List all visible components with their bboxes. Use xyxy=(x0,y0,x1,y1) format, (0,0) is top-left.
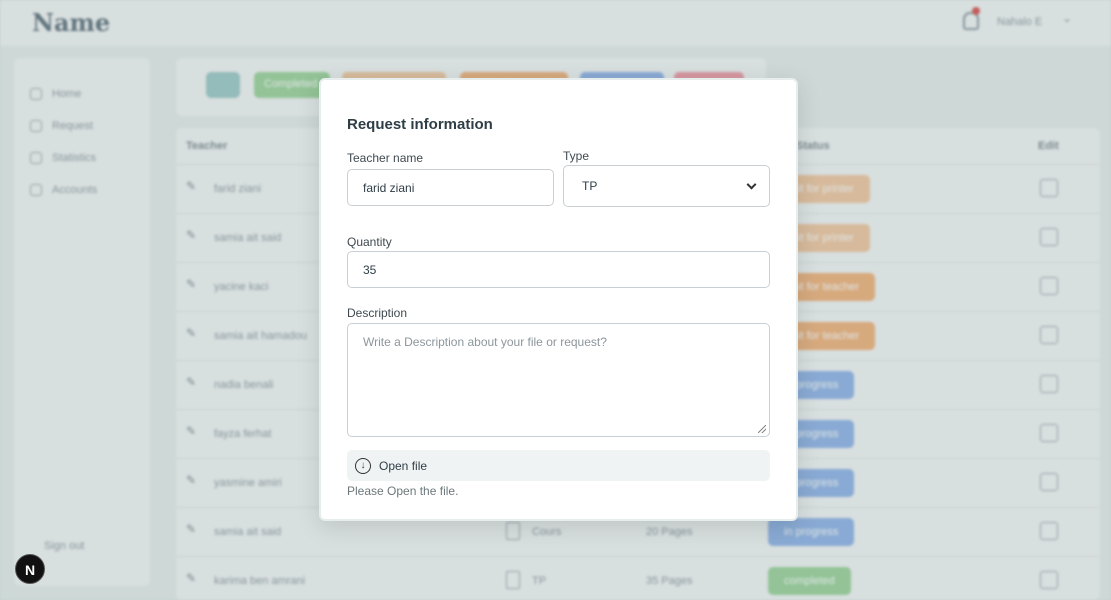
open-file-button[interactable]: ↓ Open file xyxy=(347,450,770,481)
description-field[interactable]: Write a Description about your file or r… xyxy=(347,323,770,437)
teacher-name-label: Teacher name xyxy=(347,151,424,165)
description-label: Description xyxy=(347,306,408,320)
request-info-modal: Request information Teacher name farid z… xyxy=(319,78,798,521)
teacher-name-field[interactable]: farid ziani xyxy=(347,169,554,206)
type-label: Type xyxy=(563,149,590,163)
dev-indicator-badge[interactable]: N xyxy=(15,554,45,584)
quantity-label: Quantity xyxy=(347,235,392,249)
modal-title: Request information xyxy=(347,116,493,133)
type-select[interactable]: TP xyxy=(563,165,770,207)
resize-handle-icon[interactable] xyxy=(758,425,766,433)
chevron-down-icon xyxy=(746,179,757,190)
quantity-field[interactable]: 35 xyxy=(347,251,770,288)
open-file-hint: Please Open the file. xyxy=(347,484,459,498)
download-icon: ↓ xyxy=(355,457,371,474)
